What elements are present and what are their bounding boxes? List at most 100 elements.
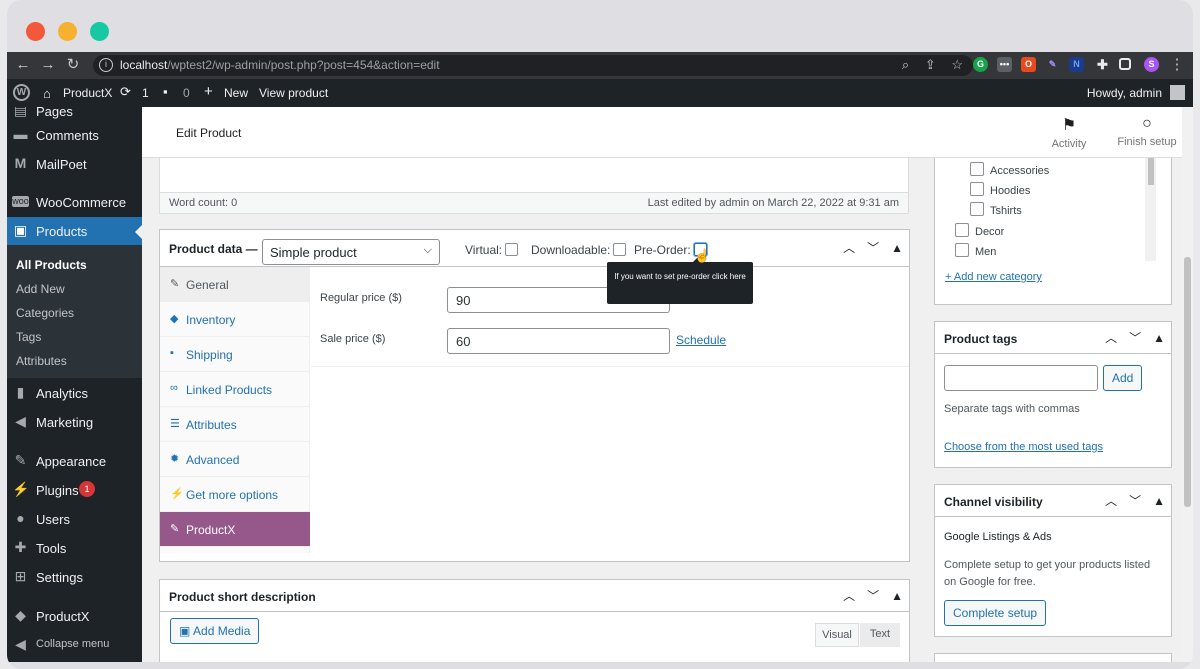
- add-media-button[interactable]: ▣ Add Media: [170, 618, 260, 644]
- activity-button[interactable]: ⚑ Activity: [1034, 115, 1104, 150]
- extension-dots-icon[interactable]: •••: [997, 57, 1012, 72]
- add-new-category-link[interactable]: + Add new category: [945, 271, 1042, 283]
- menu-collapse[interactable]: ◀ Collapse menu: [7, 631, 142, 659]
- move-up-icon[interactable]: ︿: [1105, 494, 1117, 508]
- view-product-link[interactable]: View product: [259, 86, 328, 100]
- menu-comments[interactable]: ▬ Comments: [7, 121, 142, 149]
- submenu-attributes[interactable]: Attributes: [16, 354, 67, 368]
- tab-advanced[interactable]: ✹ Advanced: [160, 442, 310, 477]
- menu-products[interactable]: ▣ Products: [7, 217, 142, 245]
- move-down-icon[interactable]: ﹀: [1129, 331, 1141, 345]
- back-icon[interactable]: ←: [13, 55, 33, 75]
- product-type-select[interactable]: Simple product ⌵: [262, 239, 440, 265]
- toggle-panel-icon[interactable]: ▲: [1153, 331, 1165, 345]
- comments-icon: ▬: [13, 126, 28, 142]
- updates-icon[interactable]: ⟳: [120, 84, 131, 100]
- menu-productx[interactable]: ◆ ProductX: [7, 602, 142, 630]
- menu-woocommerce[interactable]: woo WooCommerce: [7, 188, 142, 216]
- scrollbar-thumb[interactable]: [1148, 158, 1154, 185]
- finish-setup-button[interactable]: ○ Finish setup: [1112, 115, 1182, 148]
- maximize-window-button[interactable]: [90, 22, 109, 41]
- tab-get-more-options[interactable]: ⚡ Get more options: [160, 477, 310, 512]
- content-editor[interactable]: Word count: 0 Last edited by admin on Ma…: [159, 158, 909, 214]
- extension-feather-icon[interactable]: ✎: [1045, 57, 1060, 72]
- menu-appearance[interactable]: ✎ Appearance: [7, 447, 142, 475]
- move-up-icon[interactable]: ︿: [1105, 331, 1117, 345]
- reload-icon[interactable]: ↻: [63, 55, 83, 75]
- zoom-icon[interactable]: ⌕: [902, 57, 909, 72]
- browser-menu-icon[interactable]: ⋮: [1167, 55, 1187, 75]
- submenu-all-products[interactable]: All Products: [16, 258, 87, 272]
- box-controls: ︿ ﹀ ▲: [831, 239, 903, 256]
- move-down-icon[interactable]: ﹀: [867, 241, 879, 255]
- page-scrollbar[interactable]: [1182, 107, 1193, 662]
- virtual-checkbox[interactable]: [505, 243, 519, 256]
- wordpress-logo-icon[interactable]: W: [13, 84, 30, 101]
- menu-tools[interactable]: ✚ Tools: [7, 534, 142, 562]
- analytics-icon: ▮: [16, 384, 25, 400]
- submenu-add-new[interactable]: Add New: [16, 282, 65, 296]
- address-bar[interactable]: i localhost/wptest2/wp-admin/post.php?po…: [93, 55, 973, 76]
- menu-users[interactable]: ● Users: [7, 505, 142, 533]
- side-panel-icon[interactable]: [1119, 58, 1131, 70]
- extensions-puzzle-icon[interactable]: ✚: [1095, 57, 1110, 72]
- menu-marketing[interactable]: ◀ Marketing: [7, 408, 142, 436]
- toggle-panel-icon[interactable]: ▲: [1153, 494, 1165, 508]
- move-up-icon[interactable]: ︿: [843, 589, 855, 603]
- categories-scrollbar[interactable]: [1145, 158, 1156, 261]
- extension-n-icon[interactable]: N: [1069, 57, 1084, 72]
- howdy-link[interactable]: Howdy, admin: [1087, 86, 1162, 100]
- category-men[interactable]: Men: [955, 243, 996, 258]
- move-down-icon[interactable]: ﹀: [1129, 494, 1141, 508]
- comments-count[interactable]: 0: [183, 86, 190, 100]
- category-hoodies[interactable]: Hoodies: [970, 182, 1030, 197]
- move-up-icon[interactable]: ︿: [843, 241, 855, 255]
- category-decor[interactable]: Decor: [955, 223, 1004, 238]
- new-tag-input[interactable]: [944, 365, 1098, 391]
- move-down-icon[interactable]: ﹀: [867, 589, 879, 603]
- menu-mailpoet[interactable]: M MailPoet: [7, 150, 142, 178]
- new-link[interactable]: New: [224, 86, 248, 100]
- complete-setup-button[interactable]: Complete setup: [944, 600, 1047, 626]
- home-icon[interactable]: ⌂: [43, 86, 51, 101]
- toggle-panel-icon[interactable]: ▲: [891, 241, 903, 255]
- forward-icon[interactable]: →: [38, 55, 58, 75]
- divider: [311, 366, 909, 367]
- page-scrollbar-thumb[interactable]: [1184, 257, 1191, 507]
- site-info-icon[interactable]: i: [99, 58, 113, 72]
- plus-icon[interactable]: +: [204, 83, 213, 100]
- most-used-tags-link[interactable]: Choose from the most used tags: [944, 441, 1103, 453]
- menu-plugins[interactable]: ⚡ Plugins 1: [7, 476, 142, 504]
- category-tshirts[interactable]: Tshirts: [970, 202, 1022, 217]
- downloadable-checkbox[interactable]: [613, 243, 627, 256]
- menu-settings[interactable]: ⊞ Settings: [7, 563, 142, 591]
- bookmark-star-icon[interactable]: ☆: [951, 57, 963, 72]
- tab-productx[interactable]: ✎ ProductX: [160, 512, 310, 547]
- text-tab[interactable]: Text: [860, 623, 900, 647]
- toggle-panel-icon[interactable]: ▲: [891, 589, 903, 603]
- close-window-button[interactable]: [26, 22, 45, 41]
- add-tag-button[interactable]: Add: [1103, 365, 1143, 391]
- category-accessories[interactable]: Accessories: [970, 162, 1049, 177]
- updates-count[interactable]: 1: [142, 86, 149, 100]
- profile-avatar[interactable]: S: [1144, 57, 1159, 72]
- grammarly-extension-icon[interactable]: G: [973, 57, 988, 72]
- sale-price-input[interactable]: 60: [447, 328, 670, 354]
- tab-shipping[interactable]: ▪ Shipping: [160, 337, 310, 372]
- menu-analytics[interactable]: ▮ Analytics: [7, 379, 142, 407]
- tab-linked-products[interactable]: ∞ Linked Products: [160, 372, 310, 407]
- tab-attributes[interactable]: ☰ Attributes: [160, 407, 310, 442]
- minimize-window-button[interactable]: [58, 22, 77, 41]
- comments-icon[interactable]: ▪: [163, 84, 168, 99]
- share-icon[interactable]: ⇪: [925, 57, 936, 72]
- tab-general[interactable]: ✎ General: [160, 267, 310, 302]
- extension-o-icon[interactable]: O: [1021, 57, 1036, 72]
- schedule-link[interactable]: Schedule: [676, 333, 726, 347]
- submenu-tags[interactable]: Tags: [16, 330, 41, 344]
- visual-tab[interactable]: Visual: [815, 623, 859, 647]
- site-name-link[interactable]: ProductX: [63, 86, 112, 100]
- tab-inventory[interactable]: ◆ Inventory: [160, 302, 310, 337]
- last-edited: Last edited by admin on March 22, 2022 a…: [647, 197, 899, 209]
- submenu-categories[interactable]: Categories: [16, 306, 74, 320]
- user-avatar[interactable]: [1170, 85, 1185, 100]
